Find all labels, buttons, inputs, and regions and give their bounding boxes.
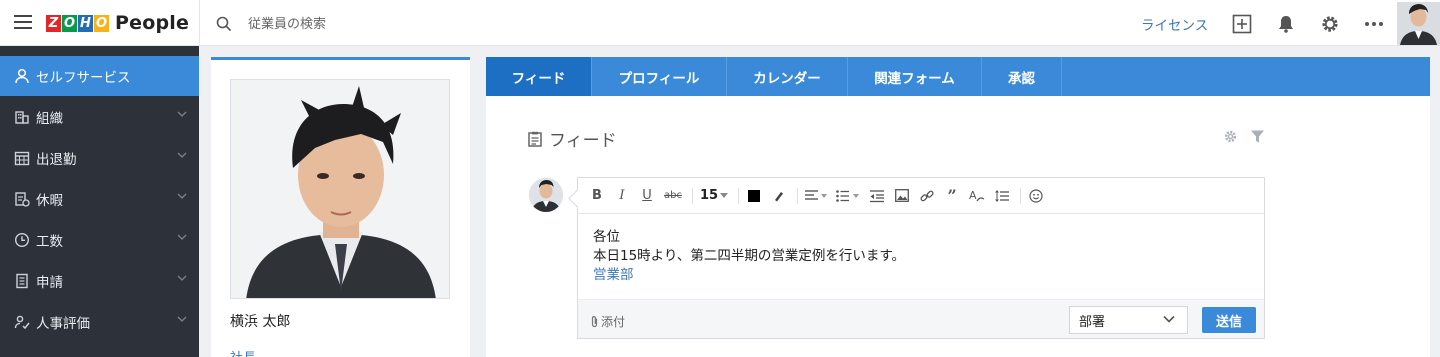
- font-size-value: 15: [699, 188, 719, 203]
- settings-icon[interactable]: [1223, 129, 1238, 144]
- sidebar-item-label: 人事評価: [36, 315, 90, 332]
- bulleted-list-icon[interactable]: [833, 184, 863, 208]
- sidebar-item-organization[interactable]: 組織: [0, 96, 199, 137]
- highlight-icon[interactable]: [768, 184, 790, 208]
- clock-icon: [14, 232, 30, 248]
- sidebar-item-label: 工数: [36, 233, 63, 250]
- sidebar-item-label: 出退勤: [36, 151, 77, 168]
- employee-name: 横浜 太郎: [230, 314, 291, 330]
- logo-letter: O: [62, 14, 77, 32]
- attach-button[interactable]: 添付: [590, 313, 625, 330]
- sidebar: セルフサービス 組織 出退勤 休暇 工数 申請 人事評価: [0, 46, 199, 357]
- link-icon[interactable]: [916, 184, 938, 208]
- sidebar-item-attendance[interactable]: 出退勤: [0, 137, 199, 178]
- line-spacing-icon[interactable]: [991, 184, 1013, 208]
- profile-card: 横浜 太郎 社長: [211, 57, 470, 357]
- sidebar-item-label: 休暇: [36, 192, 63, 209]
- chevron-down-icon: [177, 193, 187, 199]
- menu-icon[interactable]: [14, 15, 32, 29]
- bold-icon[interactable]: B: [586, 184, 608, 208]
- font-size-select[interactable]: 15: [697, 184, 731, 208]
- department-mention[interactable]: 営業部: [593, 266, 1243, 285]
- italic-icon[interactable]: I: [611, 184, 633, 208]
- toolbar-divider: [738, 187, 740, 204]
- add-icon[interactable]: [1231, 13, 1253, 35]
- message-line: 各位: [593, 229, 620, 245]
- building-icon: [14, 109, 30, 125]
- chevron-down-icon: [177, 275, 187, 281]
- send-button[interactable]: 送信: [1202, 307, 1256, 333]
- more-icon[interactable]: [1363, 13, 1385, 35]
- license-link[interactable]: ライセンス: [1141, 14, 1208, 34]
- underline-icon[interactable]: U: [636, 184, 658, 208]
- outdent-icon[interactable]: [866, 184, 888, 208]
- chevron-down-icon: [177, 111, 187, 117]
- divider: [199, 0, 200, 46]
- calendar-grid-icon: [14, 150, 30, 166]
- sidebar-item-self-service[interactable]: セルフサービス: [0, 56, 199, 96]
- tab-related-forms[interactable]: 関連フォーム: [848, 57, 982, 96]
- sidebar-item-leave[interactable]: 休暇: [0, 178, 199, 219]
- search-icon[interactable]: [216, 16, 232, 32]
- clipboard-icon: [528, 131, 542, 147]
- tab-calendar[interactable]: カレンダー: [727, 57, 848, 96]
- tab-bar: フィード プロフィール カレンダー 関連フォーム 承認: [486, 57, 1430, 96]
- post-editor: B I U abc 15 ” A 各位 本日15時より、第二四半期の営業定例を行…: [577, 177, 1265, 339]
- main-panel: フィード プロフィール カレンダー 関連フォーム 承認 フィード B I U a…: [486, 57, 1430, 357]
- sidebar-item-label: 申請: [36, 274, 63, 291]
- sidebar-item-timesheet[interactable]: 工数: [0, 219, 199, 260]
- document-icon: [14, 273, 30, 289]
- product-name: People: [115, 12, 190, 34]
- attach-label: 添付: [601, 315, 626, 329]
- editor-content[interactable]: 各位 本日15時より、第二四半期の営業定例を行います。 営業部: [593, 228, 1243, 285]
- tab-profile[interactable]: プロフィール: [592, 57, 727, 96]
- message-line: 本日15時より、第二四半期の営業定例を行います。: [593, 248, 906, 264]
- poster-avatar: [529, 178, 563, 212]
- sidebar-item-appraisal[interactable]: 人事評価: [0, 301, 199, 342]
- user-avatar[interactable]: [1397, 2, 1440, 45]
- department-select[interactable]: 部署: [1069, 306, 1188, 334]
- toolbar-divider: [1020, 187, 1022, 204]
- feed-title: フィード: [549, 131, 617, 151]
- gear-icon[interactable]: [1319, 13, 1341, 35]
- svg-text:A: A: [969, 189, 977, 202]
- chevron-down-icon: [1163, 315, 1175, 323]
- tab-feed[interactable]: フィード: [486, 57, 592, 96]
- logo-letter: O: [94, 14, 109, 32]
- appraisal-icon: [14, 314, 30, 330]
- feed-heading: フィード: [528, 126, 617, 151]
- emoji-icon[interactable]: [1025, 184, 1047, 208]
- department-select-value: 部署: [1079, 314, 1106, 330]
- employee-title[interactable]: 社長: [230, 347, 256, 357]
- chevron-down-icon: [177, 234, 187, 240]
- editor-toolbar: B I U abc 15 ” A: [578, 178, 1264, 214]
- clear-format-icon[interactable]: A: [966, 184, 988, 208]
- logo-letter: H: [78, 14, 93, 32]
- text-color-icon[interactable]: [743, 184, 765, 208]
- editor-footer: 添付 部署 送信: [578, 299, 1264, 338]
- bell-icon[interactable]: [1275, 13, 1297, 35]
- chevron-down-icon: [177, 316, 187, 322]
- paperclip-icon: [591, 316, 598, 328]
- sidebar-item-label: セルフサービス: [36, 70, 131, 86]
- chevron-down-icon: [177, 152, 187, 158]
- top-bar: Z O H O People ライセンス: [0, 0, 1440, 46]
- caret-down-icon: [720, 193, 729, 198]
- leave-icon: [14, 191, 30, 207]
- toolbar-divider: [797, 187, 799, 204]
- image-icon[interactable]: [891, 184, 913, 208]
- search-input[interactable]: [240, 11, 640, 37]
- sidebar-item-label: 組織: [36, 110, 63, 127]
- logo-letter: Z: [46, 14, 61, 32]
- align-icon[interactable]: [802, 184, 830, 208]
- employee-photo[interactable]: [230, 79, 450, 299]
- quote-icon[interactable]: ”: [941, 184, 963, 208]
- user-icon: [14, 68, 30, 84]
- strikethrough-icon[interactable]: abc: [661, 184, 685, 208]
- zoho-people-logo[interactable]: Z O H O People: [46, 11, 189, 35]
- filter-icon[interactable]: [1250, 129, 1265, 144]
- toolbar-divider: [691, 187, 693, 204]
- tab-approvals[interactable]: 承認: [982, 57, 1062, 96]
- sidebar-item-requests[interactable]: 申請: [0, 260, 199, 301]
